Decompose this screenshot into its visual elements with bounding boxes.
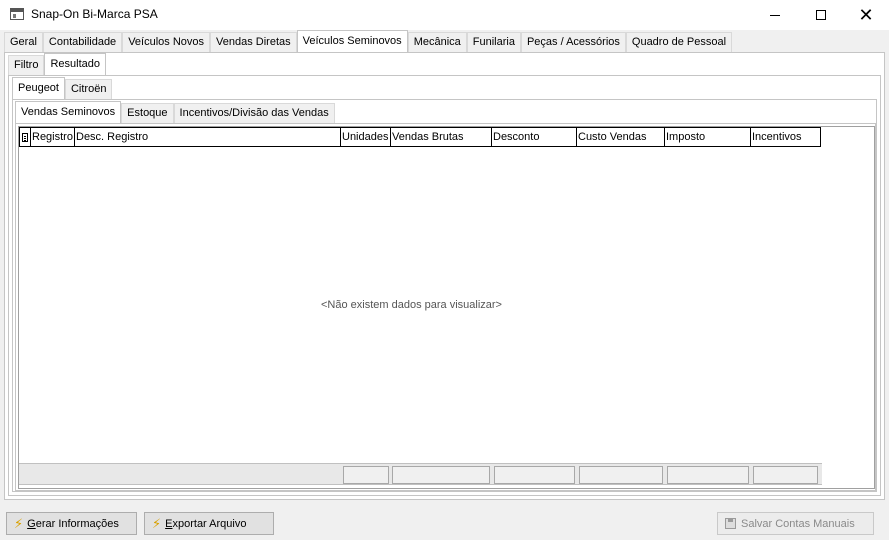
tab-quadro-de-pessoal[interactable]: Quadro de Pessoal: [625, 32, 733, 52]
gerar-informacoes-button[interactable]: ⚡ Gerar Informações: [6, 512, 137, 535]
app-window-icon: [10, 8, 24, 20]
summary-cell-unidades: [343, 466, 389, 484]
exportar-arquivo-label: Exportar Arquivo: [165, 517, 247, 530]
minimize-icon: [770, 14, 780, 16]
report-tab-strip: Vendas Seminovos Estoque Incentivos/Divi…: [15, 101, 335, 123]
lightning-icon: ⚡: [14, 515, 24, 531]
tab-veiculos-novos[interactable]: Veículos Novos: [122, 32, 211, 52]
window-title: Snap-On Bi-Marca PSA: [31, 7, 158, 21]
column-header-desconto[interactable]: Desconto: [492, 127, 577, 147]
summary-cell-incentivos: [753, 466, 818, 484]
summary-cell-custo-vendas: [579, 466, 663, 484]
data-grid[interactable]: Registro Desc. Registro Unidades Vendas …: [18, 126, 875, 489]
exportar-arquivo-button[interactable]: ⚡ Exportar Arquivo: [144, 512, 274, 535]
tab-citroen[interactable]: Citroën: [64, 79, 113, 99]
tab-estoque[interactable]: Estoque: [121, 103, 174, 123]
close-button[interactable]: ✕: [843, 0, 889, 30]
column-header-custo-vendas[interactable]: Custo Vendas: [577, 127, 665, 147]
view-tab-strip: Filtro Resultado: [8, 53, 106, 75]
column-header-registro[interactable]: Registro: [31, 127, 75, 147]
salvar-contas-manuais-label: Salvar Contas Manuais: [741, 517, 855, 530]
tab-pecas-acessorios[interactable]: Peças / Acessórios: [520, 32, 626, 52]
grid-summary-row: [19, 463, 822, 485]
column-chooser-icon: [22, 132, 28, 142]
column-header-incentivos[interactable]: Incentivos: [751, 127, 821, 147]
minimize-button[interactable]: [752, 0, 798, 30]
close-icon: ✕: [858, 4, 874, 25]
column-header-imposto[interactable]: Imposto: [665, 127, 751, 147]
brand-tab-strip: Peugeot Citroën: [12, 77, 113, 99]
column-header-unidades[interactable]: Unidades: [341, 127, 391, 147]
main-tab-strip: Geral Contabilidade Veículos Novos Venda…: [4, 30, 733, 52]
summary-cell-vendas-brutas: [392, 466, 490, 484]
column-header-desc-registro[interactable]: Desc. Registro: [75, 127, 341, 147]
tab-peugeot[interactable]: Peugeot: [12, 77, 65, 99]
summary-cell-desconto: [494, 466, 575, 484]
tab-resultado[interactable]: Resultado: [44, 53, 106, 75]
salvar-contas-manuais-button[interactable]: Salvar Contas Manuais: [717, 512, 874, 535]
grid-empty-message: <Não existem dados para visualizar>: [321, 299, 502, 311]
tab-veiculos-seminovos[interactable]: Veículos Seminovos: [296, 30, 408, 52]
tab-vendas-diretas[interactable]: Vendas Diretas: [210, 32, 297, 52]
gerar-informacoes-label: Gerar Informações: [27, 517, 119, 530]
grid-column-chooser[interactable]: [19, 127, 31, 147]
tab-funilaria[interactable]: Funilaria: [466, 32, 521, 52]
grid-header: Registro Desc. Registro Unidades Vendas …: [19, 127, 821, 147]
summary-cell-imposto: [667, 466, 749, 484]
tab-geral[interactable]: Geral: [4, 32, 43, 52]
tab-vendas-seminovos[interactable]: Vendas Seminovos: [15, 101, 122, 123]
lightning-icon: ⚡: [152, 515, 162, 531]
column-header-vendas-brutas[interactable]: Vendas Brutas: [391, 127, 492, 147]
tab-contabilidade[interactable]: Contabilidade: [42, 32, 123, 52]
maximize-icon: [816, 10, 826, 20]
tab-filtro[interactable]: Filtro: [8, 55, 45, 75]
tab-mecanica[interactable]: Mecânica: [407, 32, 467, 52]
save-icon: [725, 518, 736, 529]
title-bar: Snap-On Bi-Marca PSA ✕: [0, 0, 889, 30]
tab-incentivos-divisao[interactable]: Incentivos/Divisão das Vendas: [173, 103, 335, 123]
maximize-button[interactable]: [798, 0, 844, 30]
